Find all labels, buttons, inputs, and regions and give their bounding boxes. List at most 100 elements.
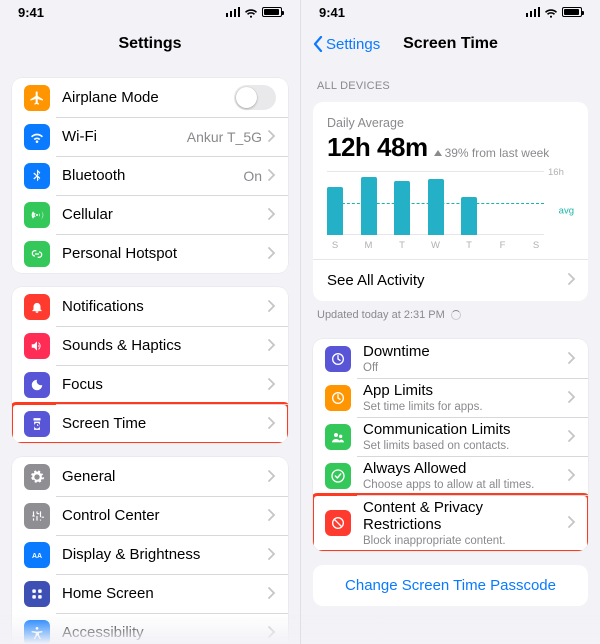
delta-text: 39% from last week — [445, 146, 550, 160]
chevron-right-icon — [268, 129, 276, 145]
see-all-label: See All Activity — [327, 272, 562, 289]
settings-screen: 9:41 Settings Airplane Mode Wi-Fi Ankur … — [0, 0, 300, 644]
chevron-right-icon — [268, 469, 276, 485]
display-icon: AA — [24, 542, 50, 568]
status-time: 9:41 — [18, 5, 44, 20]
daily-average-card[interactable]: Daily Average 12h 48m 39% from last week… — [313, 102, 588, 301]
row-label: Home Screen — [62, 585, 154, 602]
row-label: Wi-Fi — [62, 128, 97, 145]
home-screen-icon — [24, 581, 50, 607]
summary-label: Daily Average — [327, 116, 574, 130]
see-all-activity[interactable]: See All Activity — [313, 259, 588, 291]
chevron-right-icon — [268, 299, 276, 315]
chart-ylabel-max: 16h — [548, 167, 564, 178]
status-bar: 9:41 — [301, 0, 600, 24]
chart-bar — [327, 187, 343, 235]
chevron-right-icon — [268, 377, 276, 393]
row-label: Focus — [62, 376, 103, 393]
page-title: Settings — [118, 35, 181, 53]
chart-bar — [361, 177, 377, 235]
row-airplane-mode[interactable]: Airplane Mode — [12, 78, 288, 117]
group-attention: Notifications Sounds & Haptics Focus Scr… — [12, 287, 288, 443]
settings-list[interactable]: Airplane Mode Wi-Fi Ankur T_5G Bluetooth… — [0, 64, 300, 644]
chevron-right-icon — [568, 390, 576, 406]
chart-day-label: S — [327, 240, 343, 251]
row-comm[interactable]: Communication LimitsSet limits based on … — [313, 417, 588, 456]
row-label: App Limits — [363, 382, 562, 399]
row-cellular[interactable]: Cellular — [12, 195, 288, 234]
chevron-right-icon — [268, 207, 276, 223]
chevron-right-icon — [268, 338, 276, 354]
updated-text: Updated today at 2:31 PM — [317, 309, 445, 321]
row-label: Control Center — [62, 507, 160, 524]
chart-bar — [428, 179, 444, 235]
airplane-toggle[interactable] — [234, 85, 276, 110]
row-label: Always Allowed — [363, 460, 562, 477]
row-label: Accessibility — [62, 624, 144, 641]
screen-time-content[interactable]: ALL DEVICES Daily Average 12h 48m 39% fr… — [301, 64, 600, 644]
row-applimits[interactable]: App Limits Set time limits for apps. — [313, 378, 588, 417]
row-wifi[interactable]: Wi-Fi Ankur T_5G — [12, 117, 288, 156]
usage-chart: 16h avg SMTWTFS — [327, 171, 574, 251]
back-button[interactable]: Settings — [313, 24, 380, 64]
arrow-up-icon — [434, 150, 442, 156]
screentime-icon — [24, 411, 50, 437]
chevron-right-icon — [268, 625, 276, 641]
row-focus[interactable]: Focus — [12, 365, 288, 404]
row-notifications[interactable]: Notifications — [12, 287, 288, 326]
accessibility-icon — [24, 620, 50, 644]
status-time: 9:41 — [319, 5, 345, 20]
row-label: Sounds & Haptics — [62, 337, 181, 354]
row-label: Cellular — [62, 206, 113, 223]
summary-delta: 39% from last week — [434, 146, 550, 160]
chevron-left-icon — [313, 36, 323, 52]
change-passcode[interactable]: Change Screen Time Passcode — [313, 565, 588, 606]
group-general: General Control Center AA Display & Brig… — [12, 457, 288, 644]
bluetooth-icon — [24, 163, 50, 189]
row-label: Notifications — [62, 298, 144, 315]
chevron-right-icon — [568, 429, 576, 445]
row-label: Content & Privacy Restrictions — [363, 499, 562, 534]
chart-avg-label: avg — [559, 206, 574, 217]
row-label: Display & Brightness — [62, 546, 200, 563]
status-icons — [526, 7, 583, 17]
battery-icon — [262, 7, 282, 17]
wifi-icon — [544, 7, 558, 17]
battery-icon — [562, 7, 582, 17]
control-center-icon — [24, 503, 50, 529]
row-sounds-haptics[interactable]: Sounds & Haptics — [12, 326, 288, 365]
row-always[interactable]: Always Allowed Choose apps to allow at al… — [313, 456, 588, 495]
row-control-center[interactable]: Control Center — [12, 496, 288, 535]
chevron-right-icon — [268, 246, 276, 262]
row-subtitle: Set time limits for apps. — [363, 401, 562, 413]
gear-icon — [24, 464, 50, 490]
row-general[interactable]: General — [12, 457, 288, 496]
wifi-value: Ankur T_5G — [187, 129, 262, 145]
chart-day-label: W — [428, 240, 444, 251]
row-label: General — [62, 468, 115, 485]
airplane-icon — [24, 85, 50, 111]
page-title: Screen Time — [403, 35, 498, 53]
cellular-signal-icon — [526, 7, 541, 17]
row-bluetooth[interactable]: Bluetooth On — [12, 156, 288, 195]
row-personal-hotspot[interactable]: Personal Hotspot — [12, 234, 288, 273]
row-subtitle: Choose apps to allow at all times. — [363, 479, 562, 491]
row-subtitle: Set limits based on contacts. — [363, 440, 562, 452]
row-label: Screen Time — [62, 415, 146, 432]
row-downtime[interactable]: Downtime Off — [313, 339, 588, 378]
row-screen-time[interactable]: Screen Time — [12, 404, 288, 443]
chevron-right-icon — [268, 508, 276, 524]
row-accessibility[interactable]: Accessibility — [12, 613, 288, 644]
row-subtitle: Off — [363, 362, 562, 374]
screen-time-options: Downtime Off App Limits Set time limits for… — [313, 339, 588, 551]
screen-time-screen: 9:41 Settings Screen Time ALL DEVICES Da… — [300, 0, 600, 644]
row-display-brightness[interactable]: AA Display & Brightness — [12, 535, 288, 574]
sounds-icon — [24, 333, 50, 359]
cellular-icon — [24, 202, 50, 228]
row-label: Airplane Mode — [62, 89, 159, 106]
row-label: Downtime — [363, 343, 562, 360]
chevron-right-icon — [268, 416, 276, 432]
row-content[interactable]: Content & Privacy RestrictionsBlock inap… — [313, 495, 588, 551]
chevron-right-icon — [568, 515, 576, 531]
row-home-screen[interactable]: Home Screen — [12, 574, 288, 613]
